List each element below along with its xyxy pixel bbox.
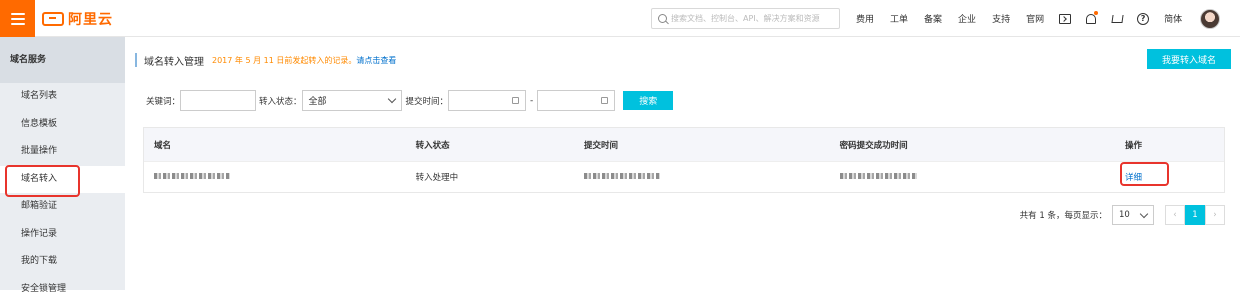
search-input[interactable] bbox=[671, 14, 831, 23]
aliyun-logo-icon bbox=[42, 12, 64, 26]
calendar-icon bbox=[512, 97, 519, 104]
sidebar-item-info-template[interactable]: 信息模板 bbox=[0, 111, 125, 139]
global-search[interactable] bbox=[651, 8, 840, 29]
nav-link-billing[interactable]: 费用 bbox=[848, 12, 882, 25]
status-select[interactable]: 全部 bbox=[302, 90, 402, 111]
table-row: 转入处理中 详细 bbox=[144, 161, 1224, 192]
page-1-button[interactable]: 1 bbox=[1185, 205, 1205, 225]
logo[interactable]: 阿里云 bbox=[42, 10, 113, 28]
search-icon bbox=[658, 14, 667, 23]
pagination: 共有 1 条，每页显示： 10 ‹ 1 › bbox=[1020, 205, 1225, 225]
notice-link[interactable]: 请点击查看 bbox=[356, 56, 396, 65]
redacted-submit-time bbox=[584, 173, 660, 179]
keyword-input[interactable] bbox=[180, 90, 256, 111]
top-navigation-bar: 阿里云 费用 工单 备案 企业 支持 官网 ? 简体 bbox=[0, 0, 1240, 37]
notice-text: 2017 年 5 月 11 日前发起转入的记录。 bbox=[212, 56, 356, 65]
redacted-password-time bbox=[840, 173, 917, 179]
submit-time-cell bbox=[584, 172, 840, 182]
sidebar-item-email-verification[interactable]: 邮箱验证 bbox=[0, 193, 125, 221]
column-header-submit-time: 提交时间 bbox=[584, 139, 840, 151]
chevron-down-icon bbox=[387, 95, 395, 103]
nav-link-ticket[interactable]: 工单 bbox=[882, 12, 916, 25]
page-size-value: 10 bbox=[1119, 210, 1130, 220]
transfer-domain-button[interactable]: 我要转入域名 bbox=[1147, 49, 1231, 69]
nav-link-icp[interactable]: 备案 bbox=[916, 12, 950, 25]
help-icon[interactable]: ? bbox=[1130, 0, 1156, 37]
pagination-summary: 共有 1 条，每页显示： bbox=[1020, 209, 1107, 221]
status-select-value: 全部 bbox=[309, 94, 327, 107]
chevron-down-icon bbox=[1140, 209, 1148, 217]
page-title: 域名转入管理 bbox=[144, 53, 204, 68]
sidebar-item-operation-log[interactable]: 操作记录 bbox=[0, 221, 125, 249]
password-time-cell bbox=[840, 172, 1125, 182]
sidebar-item-batch-operation[interactable]: 批量操作 bbox=[0, 138, 125, 166]
bell-icon[interactable] bbox=[1078, 0, 1104, 37]
nav-link-enterprise[interactable]: 企业 bbox=[950, 12, 984, 25]
search-button[interactable]: 搜索 bbox=[623, 91, 673, 110]
prev-page-button[interactable]: ‹ bbox=[1165, 205, 1185, 225]
cart-icon[interactable] bbox=[1104, 0, 1130, 37]
sidebar-item-domain-list[interactable]: 域名列表 bbox=[0, 83, 125, 111]
page-header: 域名转入管理 2017 年 5 月 11 日前发起转入的记录。请点击查看 bbox=[135, 53, 396, 67]
redacted-domain bbox=[154, 173, 230, 179]
next-page-button[interactable]: › bbox=[1205, 205, 1225, 225]
detail-highlight-box bbox=[1120, 162, 1169, 186]
page-size-select[interactable]: 10 bbox=[1112, 205, 1154, 225]
sidebar-item-my-downloads[interactable]: 我的下载 bbox=[0, 248, 125, 276]
page-buttons: ‹ 1 › bbox=[1165, 205, 1225, 225]
nav-link-official-site[interactable]: 官网 bbox=[1018, 12, 1052, 25]
sidebar: 域名服务 域名列表 信息模板 批量操作 域名转入 邮箱验证 操作记录 我的下载 … bbox=[0, 37, 125, 290]
domain-cell bbox=[144, 172, 406, 182]
hamburger-menu-icon[interactable] bbox=[0, 0, 35, 37]
avatar[interactable] bbox=[1200, 9, 1220, 29]
nav-link-support[interactable]: 支持 bbox=[984, 12, 1018, 25]
column-header-status: 转入状态 bbox=[416, 139, 584, 151]
date-range-separator: - bbox=[530, 96, 533, 106]
filter-bar: 关键词： 转入状态： 全部 提交时间： - 搜索 bbox=[146, 90, 673, 111]
sidebar-highlight-box bbox=[5, 165, 80, 197]
top-links: 费用 工单 备案 企业 支持 官网 ? 简体 bbox=[848, 0, 1220, 37]
column-header-domain: 域名 bbox=[144, 139, 406, 151]
calendar-icon bbox=[601, 97, 608, 104]
logo-text: 阿里云 bbox=[68, 9, 113, 29]
transfer-table: 域名 转入状态 提交时间 密码提交成功时间 操作 转入处理中 详细 bbox=[143, 127, 1225, 193]
column-header-password-time: 密码提交成功时间 bbox=[840, 139, 1125, 151]
status-cell: 转入处理中 bbox=[416, 171, 584, 183]
end-date-picker[interactable] bbox=[537, 90, 615, 111]
status-label: 转入状态： bbox=[259, 95, 302, 107]
terminal-icon[interactable] bbox=[1052, 0, 1078, 37]
page-notice: 2017 年 5 月 11 日前发起转入的记录。请点击查看 bbox=[212, 55, 396, 66]
table-header: 域名 转入状态 提交时间 密码提交成功时间 操作 bbox=[144, 128, 1224, 161]
notification-dot bbox=[1094, 11, 1098, 15]
start-date-picker[interactable] bbox=[448, 90, 526, 111]
sidebar-title: 域名服务 bbox=[0, 37, 125, 83]
language-switch[interactable]: 简体 bbox=[1156, 12, 1190, 25]
sidebar-item-security-lock[interactable]: 安全锁管理 bbox=[0, 276, 125, 303]
column-header-action: 操作 bbox=[1125, 139, 1224, 151]
time-label: 提交时间： bbox=[406, 95, 449, 107]
keyword-label: 关键词： bbox=[146, 95, 180, 107]
